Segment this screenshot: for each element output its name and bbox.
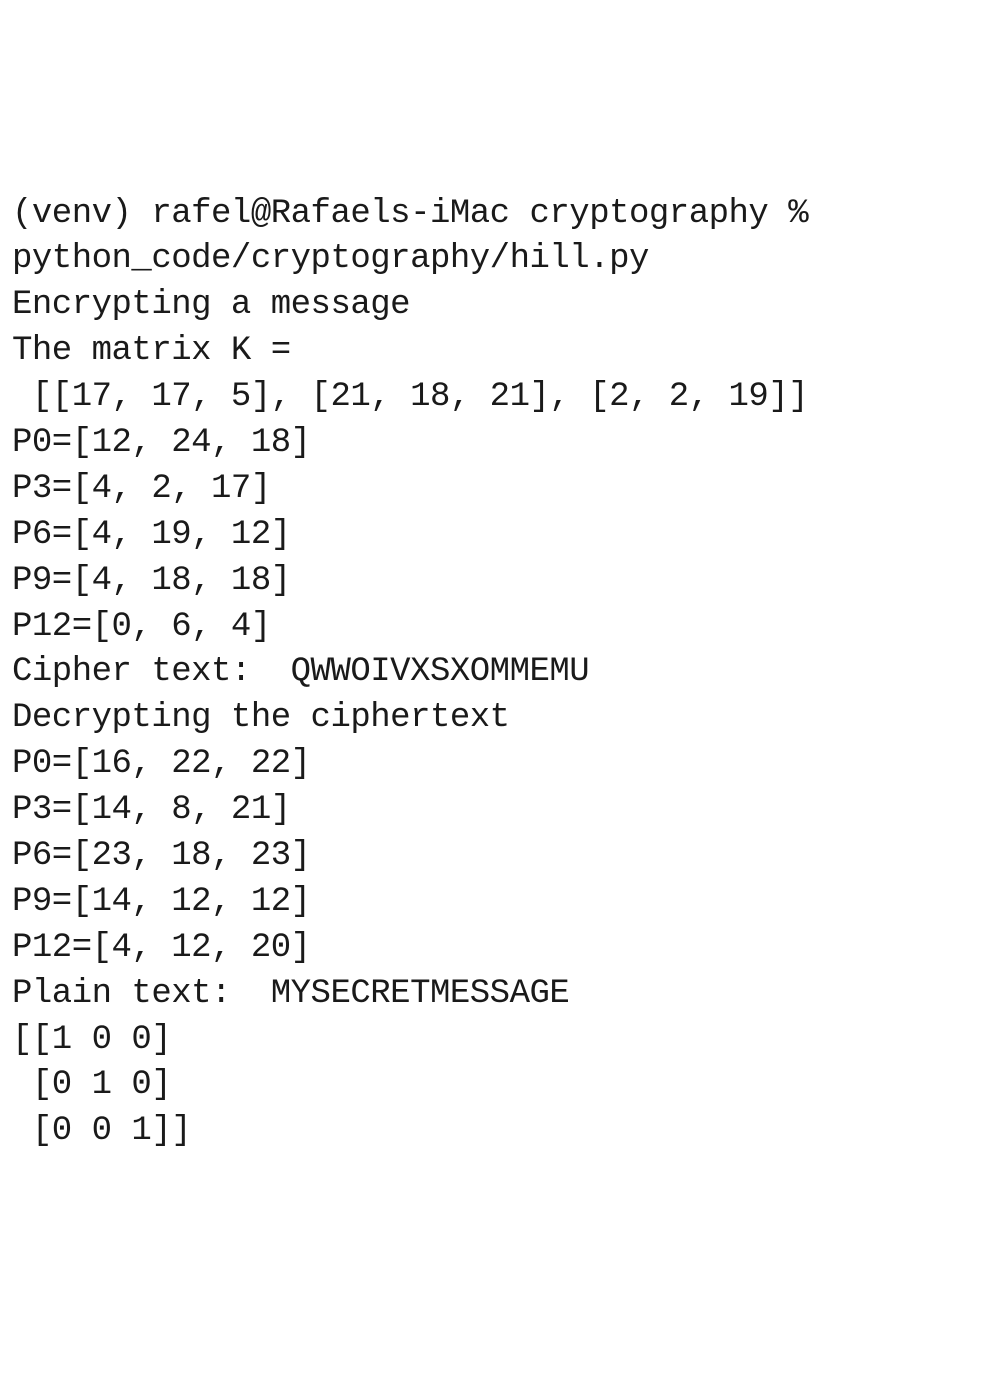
terminal-line: [[17, 17, 5], [21, 18, 21], [2, 2, 19]]: [12, 375, 996, 421]
terminal-line: P3=[14, 8, 21]: [12, 788, 996, 834]
terminal-line: [0 1 0]: [12, 1063, 996, 1109]
terminal-line: P3=[4, 2, 17]: [12, 467, 996, 513]
terminal-line: [0 0 1]]: [12, 1109, 996, 1155]
terminal-line: P12=[4, 12, 20]: [12, 926, 996, 972]
terminal-line: P9=[14, 12, 12]: [12, 880, 996, 926]
terminal-line: P6=[4, 19, 12]: [12, 513, 996, 559]
terminal-line: P0=[16, 22, 22]: [12, 742, 996, 788]
terminal-line: python_code/cryptography/hill.py: [12, 237, 996, 283]
terminal-line: Cipher text: QWWOIVXSXOMMEMU: [12, 650, 996, 696]
terminal-line: [[1 0 0]: [12, 1018, 996, 1064]
terminal-line: Plain text: MYSECRETMESSAGE: [12, 972, 996, 1018]
terminal-output[interactable]: (venv) rafel@Rafaels-iMac cryptography %…: [12, 192, 996, 1156]
terminal-line: Encrypting a message: [12, 283, 996, 329]
terminal-line: P9=[4, 18, 18]: [12, 559, 996, 605]
terminal-line: P12=[0, 6, 4]: [12, 605, 996, 651]
terminal-line: P0=[12, 24, 18]: [12, 421, 996, 467]
terminal-line: (venv) rafel@Rafaels-iMac cryptography %: [12, 192, 996, 238]
terminal-line: The matrix K =: [12, 329, 996, 375]
terminal-line: Decrypting the ciphertext: [12, 696, 996, 742]
terminal-line: P6=[23, 18, 23]: [12, 834, 996, 880]
